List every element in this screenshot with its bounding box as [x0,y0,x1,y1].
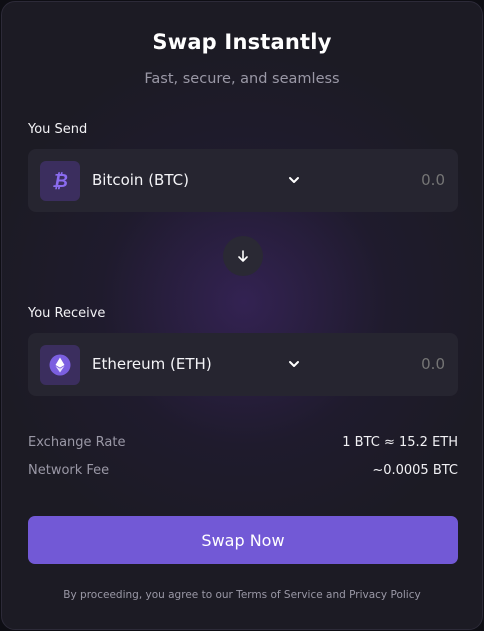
page-subtitle: Fast, secure, and seamless [144,71,340,87]
network-fee-label: Network Fee [28,463,110,478]
arrow-down-icon [238,250,248,262]
send-token-select[interactable]: Bitcoin (BTC) [92,171,189,189]
chevron-down-icon[interactable] [287,173,301,187]
receive-token-select[interactable]: Ethereum (ETH) [92,355,212,373]
swap-card: Swap Instantly Fast, secure, and seamles… [1,1,483,630]
page-title: Swap Instantly [152,30,332,54]
receive-token-box: Ethereum (ETH) [28,333,458,396]
svg-text:₿: ₿ [52,171,68,192]
bitcoin-icon: ₿ [40,161,80,201]
exchange-rate-label: Exchange Rate [28,435,126,450]
terms-notice: By proceeding, you agree to our Terms of… [63,589,421,601]
ethereum-icon [40,345,80,385]
exchange-rate-value: 1 BTC ≈ 15.2 ETH [342,435,458,450]
swap-direction-button[interactable] [223,236,263,276]
receive-amount-input[interactable] [365,355,445,373]
send-amount-input[interactable] [365,171,445,189]
send-label: You Send [28,122,88,137]
receive-label: You Receive [28,306,106,321]
send-token-box: ₿ Bitcoin (BTC) [28,149,458,212]
swap-now-button[interactable]: Swap Now [28,516,458,564]
chevron-down-icon[interactable] [287,357,301,371]
network-fee-value: ~0.0005 BTC [372,463,458,478]
